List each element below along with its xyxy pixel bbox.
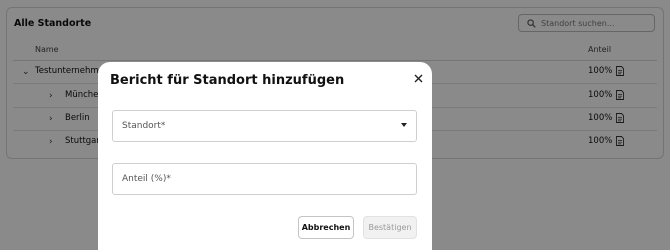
add-report-dialog: Bericht für Standort hinzufügen Standort… [98, 62, 432, 250]
close-icon [414, 74, 422, 82]
share-input-label: Anteil (%)* [122, 174, 171, 184]
share-input[interactable]: Anteil (%)* [112, 163, 417, 195]
dropdown-caret-icon [401, 123, 407, 127]
close-button[interactable] [411, 71, 425, 85]
cancel-button[interactable]: Abbrechen [298, 216, 354, 239]
location-select-label: Standort* [122, 121, 166, 131]
dialog-title: Bericht für Standort hinzufügen [110, 73, 345, 88]
location-select[interactable]: Standort* [112, 110, 417, 142]
confirm-button[interactable]: Bestätigen [363, 216, 417, 239]
